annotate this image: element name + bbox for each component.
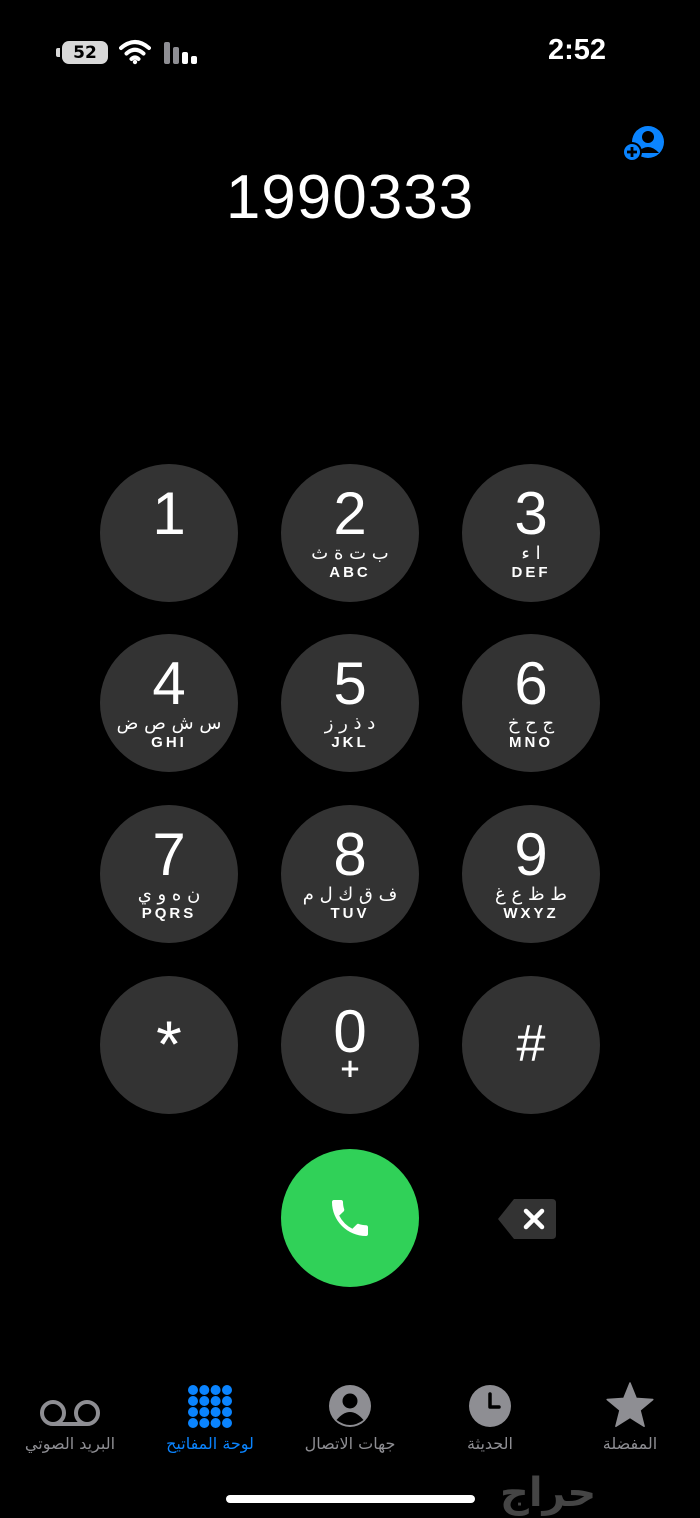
key-8[interactable]: 8 ف ق ك ل م TUV [281, 805, 419, 943]
key-latin-letters: GHI [151, 734, 187, 751]
key-digit: * [156, 1007, 182, 1081]
key-arabic-letters: س ش ص ض [116, 713, 222, 734]
tab-label: المفضلة [602, 1434, 658, 1453]
key-digit: 2 [333, 480, 367, 547]
key-digit: 9 [514, 821, 548, 888]
tab-label: لوحة المفاتيح [166, 1434, 254, 1453]
tab-label: البريد الصوتي [24, 1434, 116, 1453]
key-digit: 3 [514, 480, 548, 547]
key-digit: # [516, 1015, 546, 1073]
key-digit: 0 [333, 998, 367, 1065]
key-latin-letters: ABC [329, 564, 371, 581]
key-arabic-letters: ب ت ة ث [311, 543, 389, 564]
key-latin-letters: MNO [509, 734, 553, 751]
call-button[interactable] [281, 1149, 419, 1287]
battery-indicator: 52 [56, 41, 108, 64]
key-latin-letters: TUV [330, 905, 370, 922]
key-latin-letters: DEF [511, 564, 551, 581]
tab-voicemail[interactable]: البريد الصوتي [0, 1370, 140, 1470]
key-latin-letters: WXYZ [503, 905, 559, 922]
phone-icon [332, 1200, 368, 1236]
tab-contacts[interactable]: جهات الاتصال [280, 1370, 420, 1470]
key-digit: 6 [514, 650, 548, 717]
key-2[interactable]: 2 ب ت ة ث ABC [281, 464, 419, 602]
signal-icon [164, 42, 197, 64]
star-icon [606, 1382, 654, 1428]
backspace-icon[interactable] [496, 1197, 558, 1241]
tab-keypad[interactable]: لوحة المفاتيح [140, 1370, 280, 1470]
tab-favorites[interactable]: المفضلة [560, 1370, 700, 1470]
key-hash[interactable]: # [462, 976, 600, 1114]
tab-label: جهات الاتصال [304, 1434, 396, 1453]
clock-icon [469, 1385, 511, 1427]
key-latin-letters: JKL [331, 734, 369, 751]
tab-bar: البريد الصوتي لوحة المفاتيح جهات الاتصال [0, 1370, 700, 1470]
key-7[interactable]: 7 ن ه و ي PQRS [100, 805, 238, 943]
key-3[interactable]: 3 ا ء DEF [462, 464, 600, 602]
key-arabic-letters: ا ء [521, 543, 541, 564]
key-5[interactable]: 5 د ذ ر ز JKL [281, 634, 419, 772]
key-arabic-letters: د ذ ر ز [324, 713, 376, 734]
status-time: 2:52 [547, 34, 606, 66]
voicemail-icon [40, 1400, 100, 1426]
wifi-icon [119, 40, 151, 65]
tab-recents[interactable]: الحديثة [420, 1370, 560, 1470]
key-digit: 1 [152, 480, 186, 547]
key-arabic-letters: ج ح خ [507, 713, 555, 734]
key-digit: 5 [333, 650, 367, 717]
key-digit: 4 [152, 650, 186, 717]
key-4[interactable]: 4 س ش ص ض GHI [100, 634, 238, 772]
key-6[interactable]: 6 ج ح خ MNO [462, 634, 600, 772]
dialed-number: 1990333 [225, 163, 475, 232]
tab-label: الحديثة [467, 1434, 513, 1453]
key-arabic-letters: ف ق ك ل م [302, 884, 398, 905]
status-bar: 52 2:52 [0, 0, 700, 100]
key-arabic-letters: ط ظ ع غ [495, 884, 567, 905]
contact-person-icon [329, 1385, 371, 1427]
key-9[interactable]: 9 ط ظ ع غ WXYZ [462, 805, 600, 943]
key-digit: 7 [152, 821, 186, 888]
home-indicator [226, 1495, 475, 1503]
key-latin-letters: PQRS [141, 905, 197, 922]
key-arabic-letters: ن ه و ي [137, 884, 201, 905]
watermark-logo: حراج [500, 1470, 597, 1516]
key-star[interactable]: * [100, 976, 238, 1114]
add-contact-icon[interactable] [622, 124, 666, 164]
key-digit: 8 [333, 821, 367, 888]
key-0[interactable]: 0 + [281, 976, 419, 1114]
key-1[interactable]: 1 [100, 464, 238, 602]
key-plus-sub: + [339, 1054, 361, 1084]
keypad-grid-icon [188, 1385, 232, 1428]
